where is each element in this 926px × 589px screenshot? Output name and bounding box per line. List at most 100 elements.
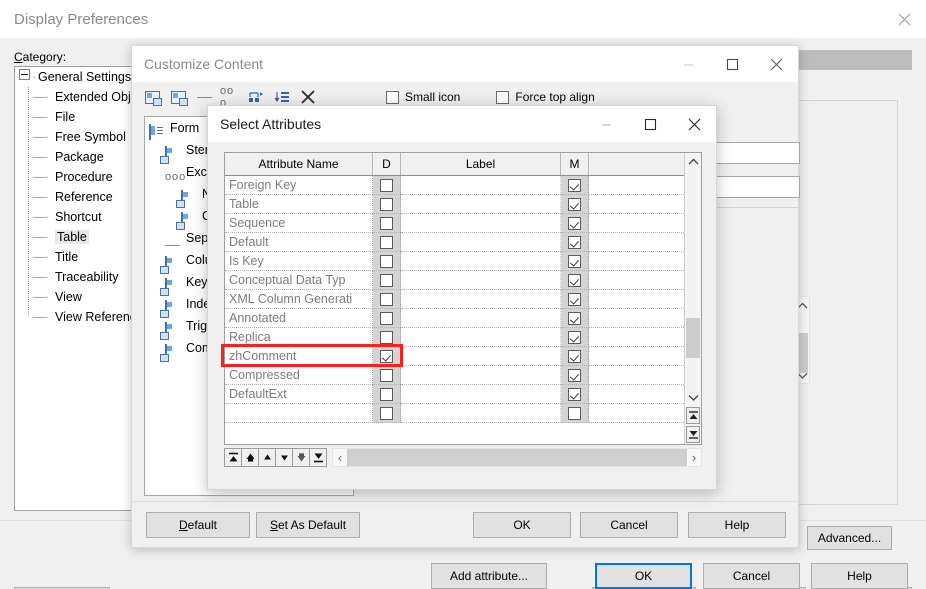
mandatory-checkbox-cell[interactable] (561, 176, 589, 195)
attribute-name-cell[interactable] (225, 404, 373, 423)
table-row[interactable]: Compressed (225, 366, 684, 385)
customize-content-help-button[interactable]: Help (688, 512, 786, 538)
display-checkbox-cell[interactable] (373, 385, 401, 404)
attribute-name-cell[interactable]: Is Key (225, 252, 373, 271)
small-icon-checkbox[interactable] (386, 90, 399, 104)
display-checkbox[interactable] (380, 349, 393, 363)
select-attributes-cancel-button[interactable]: Cancel (703, 563, 800, 589)
table-row[interactable]: DefaultExt (225, 385, 684, 404)
mandatory-checkbox[interactable] (568, 197, 581, 211)
move-down-block-icon[interactable] (292, 447, 310, 467)
column-header-label[interactable]: Label (401, 153, 561, 175)
display-checkbox[interactable] (380, 406, 393, 420)
mandatory-checkbox[interactable] (568, 216, 581, 230)
minimize-icon[interactable] (584, 106, 628, 142)
mandatory-checkbox-cell[interactable] (561, 347, 589, 366)
mandatory-checkbox[interactable] (568, 254, 581, 268)
mandatory-checkbox-cell[interactable] (561, 385, 589, 404)
small-icon-option[interactable]: Small icon (386, 90, 460, 104)
scroll-track[interactable] (685, 170, 701, 389)
move-down-icon[interactable] (275, 447, 293, 467)
attribute-name-cell[interactable]: Conceptual Data Typ (225, 271, 373, 290)
table-row[interactable]: Default (225, 233, 684, 252)
table-row[interactable]: Annotated (225, 309, 684, 328)
display-checkbox-cell[interactable] (373, 214, 401, 233)
display-checkbox[interactable] (380, 387, 393, 401)
scroll-to-top-button[interactable] (686, 407, 700, 424)
collapse-icon[interactable] (19, 69, 30, 80)
mandatory-checkbox[interactable] (568, 178, 581, 192)
display-checkbox[interactable] (380, 197, 393, 211)
attributes-grid-body[interactable]: Attribute Name D Label M Foreign Key Table Se… (225, 153, 684, 444)
close-icon[interactable] (882, 0, 926, 38)
attribute-name-cell[interactable]: XML Column Generati (225, 290, 373, 309)
attributes-vertical-scrollbar[interactable] (684, 153, 701, 444)
attribute-name-cell[interactable]: Foreign Key (225, 176, 373, 195)
label-cell[interactable] (401, 195, 561, 214)
attributes-grid-rows[interactable]: Foreign Key Table Sequence Default Is Key Con… (225, 176, 684, 423)
label-cell[interactable] (401, 328, 561, 347)
display-checkbox-cell[interactable] (373, 366, 401, 385)
customize-content-ok-button[interactable]: OK (473, 512, 571, 538)
mandatory-checkbox-cell[interactable] (561, 195, 589, 214)
insert-list-icon[interactable] (272, 87, 292, 107)
column-header-m[interactable]: M (561, 153, 589, 175)
column-header-d[interactable]: D (373, 153, 401, 175)
display-checkbox-cell[interactable] (373, 195, 401, 214)
display-checkbox[interactable] (380, 330, 393, 344)
mandatory-checkbox-cell[interactable] (561, 328, 589, 347)
attribute-name-cell[interactable]: Default (225, 233, 373, 252)
select-attributes-ok-button[interactable]: OK (595, 563, 692, 589)
display-checkbox[interactable] (380, 216, 393, 230)
mandatory-checkbox-cell[interactable] (561, 252, 589, 271)
move-to-top-icon[interactable] (224, 447, 242, 467)
mandatory-checkbox[interactable] (568, 349, 581, 363)
display-checkbox-cell[interactable] (373, 252, 401, 271)
attributes-horizontal-scrollbar[interactable]: ‹ › (332, 447, 702, 467)
table-row[interactable]: Conceptual Data Typ (225, 271, 684, 290)
table-row[interactable]: XML Column Generati (225, 290, 684, 309)
attribute-name-cell[interactable]: Replica (225, 328, 373, 347)
label-cell[interactable] (401, 271, 561, 290)
customize-content-default-button[interactable]: Default (146, 512, 250, 538)
minimize-icon[interactable] (666, 46, 710, 82)
display-checkbox[interactable] (380, 254, 393, 268)
customize-content-cancel-button[interactable]: Cancel (580, 512, 678, 538)
table-row[interactable] (225, 404, 684, 423)
table-row[interactable]: Replica (225, 328, 684, 347)
display-checkbox-cell[interactable] (373, 328, 401, 347)
mandatory-checkbox-cell[interactable] (561, 271, 589, 290)
mandatory-checkbox[interactable] (568, 406, 581, 420)
attributes-grid[interactable]: Attribute Name D Label M Foreign Key Table Se… (224, 152, 702, 445)
insert-separator-icon[interactable] (194, 87, 214, 107)
select-attributes-help-button[interactable]: Help (811, 563, 908, 589)
table-row[interactable]: Is Key (225, 252, 684, 271)
label-cell[interactable] (401, 366, 561, 385)
mandatory-checkbox-cell[interactable] (561, 214, 589, 233)
table-row[interactable]: Sequence (225, 214, 684, 233)
customize-content-set-as-default-button[interactable]: Set As Default (256, 512, 360, 538)
label-cell[interactable] (401, 233, 561, 252)
mandatory-checkbox[interactable] (568, 235, 581, 249)
column-header-rest[interactable] (589, 153, 684, 175)
display-checkbox-cell[interactable] (373, 290, 401, 309)
label-cell[interactable] (401, 176, 561, 195)
table-row[interactable]: Foreign Key (225, 176, 684, 195)
mandatory-checkbox-cell[interactable] (561, 290, 589, 309)
display-checkbox[interactable] (380, 292, 393, 306)
mandatory-checkbox-cell[interactable] (561, 404, 589, 423)
label-cell[interactable] (401, 404, 561, 423)
display-checkbox-cell[interactable] (373, 404, 401, 423)
attribute-name-cell[interactable]: Annotated (225, 309, 373, 328)
display-checkbox[interactable] (380, 368, 393, 382)
insert-attribute-icon[interactable] (142, 87, 162, 107)
scroll-left-icon[interactable]: ‹ (333, 450, 347, 465)
label-cell[interactable] (401, 385, 561, 404)
display-checkbox-cell[interactable] (373, 309, 401, 328)
mandatory-checkbox[interactable] (568, 292, 581, 306)
delete-icon[interactable] (298, 87, 318, 107)
mandatory-checkbox[interactable] (568, 387, 581, 401)
scroll-to-bottom-button[interactable] (686, 426, 700, 443)
close-icon[interactable] (754, 46, 798, 82)
close-icon[interactable] (672, 106, 716, 142)
